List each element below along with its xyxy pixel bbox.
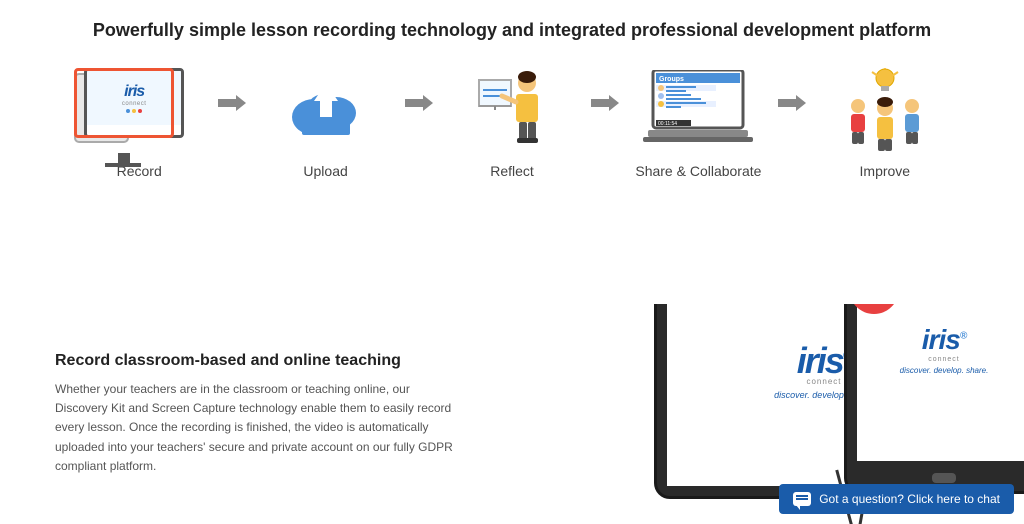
iris-tagline-front: discover. develop. share. [900,366,989,375]
tablet-home-bar [932,473,956,483]
reflect-step-icon [477,65,547,155]
step-upload: Upload [246,65,404,179]
left-content: Record classroom-based and online teachi… [0,304,520,524]
arrow-1 [218,93,246,113]
arrow-3 [591,93,619,113]
step-share: Groups 00:11:54 [619,65,777,179]
record-step-icon: 📱 iris connect [74,65,204,155]
chat-button[interactable]: Got a question? Click here to chat [779,484,1014,514]
arrow-4 [778,93,806,113]
arrow-2 [405,93,433,113]
page-wrapper: Powerfully simple lesson recording techn… [0,0,1024,524]
share-step-icon: Groups 00:11:54 [643,65,753,155]
monitor-iris-connect: connect [122,101,147,107]
iris-connect-logo-front: iris® connect discover. develop. share. [900,324,989,375]
steps-row: 📱 iris connect [0,55,1024,179]
step-improve: Improve [806,65,964,179]
tablet-portrait-screen: iris® connect discover. develop. share. [857,304,1024,461]
step-reflect: Reflect [433,65,591,179]
page-title: Powerfully simple lesson recording techn… [80,18,944,43]
bottom-heading: Record classroom-based and online teachi… [55,352,460,370]
monitor-base [105,163,141,167]
svg-text:Groups: Groups [659,76,684,83]
iris-logo-front: iris® [900,324,989,356]
bottom-body: Whether your teachers are in the classro… [55,380,460,476]
svg-text:00:11:54: 00:11:54 [658,121,677,127]
header: Powerfully simple lesson recording techn… [0,0,1024,55]
monitor-screen: iris connect [87,71,181,125]
chat-icon [793,492,811,506]
monitor: iris connect [84,68,184,138]
step-improve-label: Improve [860,163,911,179]
step-upload-label: Upload [303,163,347,179]
improve-step-icon [840,65,930,155]
chat-icon-lines [796,495,808,497]
step-share-label: Share & Collaborate [635,163,761,179]
step-reflect-label: Reflect [490,163,534,179]
upload-step-icon [286,65,366,155]
iris-connect-front: connect [900,356,989,363]
monitor-iris-logo: iris [122,83,147,101]
tablet-portrait: iris® connect discover. develop. share. [844,304,1024,494]
record-icon: 📱 iris connect [74,68,204,153]
step-record: 📱 iris connect [60,65,218,179]
chat-button-label: Got a question? Click here to chat [819,492,1000,506]
monitor-stand [118,153,130,163]
